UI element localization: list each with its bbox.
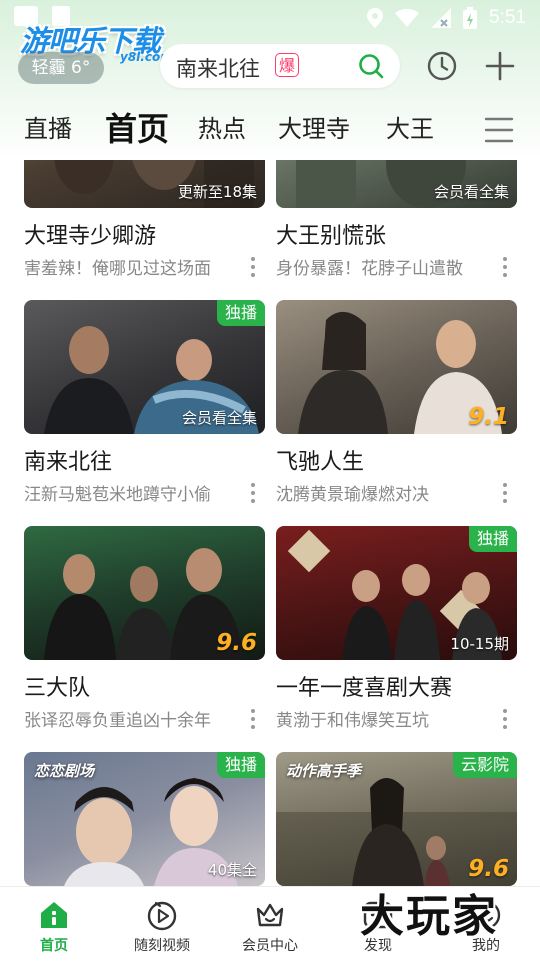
- home-icon: [41, 902, 67, 928]
- tab-hot[interactable]: 热点: [198, 104, 246, 154]
- more-options-icon[interactable]: [501, 482, 509, 504]
- battery-icon: [463, 7, 478, 29]
- drama-brand-label: 恋恋剧场: [34, 762, 95, 780]
- nav-vip[interactable]: 会员中心: [216, 887, 324, 961]
- nav-vip-label: 会员中心: [242, 938, 298, 954]
- episode-tag: 10-15期: [450, 635, 509, 653]
- video-title[interactable]: 大理寺少卿游: [24, 218, 156, 250]
- video-thumbnail[interactable]: 恋恋剧场 独播 40集全: [24, 752, 265, 886]
- play-circle-icon: [147, 901, 177, 931]
- tab-dalisi[interactable]: 大理寺: [278, 104, 350, 154]
- video-subtitle: 黄渤于和伟爆笑互坑: [276, 711, 429, 731]
- video-title[interactable]: 大王别慌张: [276, 218, 386, 250]
- more-options-icon[interactable]: [249, 256, 257, 278]
- search-hot-word[interactable]: 南来北往: [176, 53, 260, 83]
- video-thumbnail[interactable]: 会员看全集: [276, 160, 517, 208]
- vip-tag: 会员看全集: [433, 183, 509, 201]
- rating-score: 9.1: [468, 404, 509, 430]
- episode-tag: 40集全: [207, 861, 257, 879]
- episode-tag: 更新至18集: [177, 183, 257, 201]
- video-subtitle: 害羞辣！俺哪见过这场面: [24, 259, 211, 279]
- tab-dawang[interactable]: 大王: [386, 104, 434, 154]
- cinema-tag: 云影院: [452, 752, 517, 778]
- more-options-icon[interactable]: [501, 708, 509, 730]
- search-icon[interactable]: [358, 53, 384, 79]
- exclusive-tag: 独播: [216, 300, 265, 326]
- video-feed[interactable]: 更新至18集 大理寺少卿游 害羞辣！俺哪见过这场面 会员看全集 大王别慌张 身份…: [0, 160, 540, 886]
- menu-icon[interactable]: [484, 116, 514, 144]
- exclusive-tag: 独播: [216, 752, 265, 778]
- hot-badge: 爆: [275, 53, 299, 77]
- tab-live[interactable]: 直播: [24, 104, 72, 154]
- channel-tabs: 直播 首页 热点 大理寺 大王: [0, 104, 540, 154]
- video-subtitle: 张译忍辱负重追凶十余年: [24, 711, 211, 731]
- video-subtitle: 身份暴露！花脖子山遣散: [276, 259, 463, 279]
- nav-home[interactable]: 首页: [0, 887, 108, 961]
- video-thumbnail[interactable]: 独播 10-15期: [276, 526, 517, 660]
- video-thumbnail[interactable]: 独播 会员看全集: [24, 300, 265, 434]
- video-title[interactable]: 南来北往: [24, 444, 112, 476]
- video-subtitle: 沈腾黄景瑜爆燃对决: [276, 485, 429, 505]
- rating-score: 9.6: [216, 630, 257, 656]
- top-header: 5:51 游吧乐下载 y8l.com 轻霾 6° 南来北往 爆 直播 首页 热点…: [0, 0, 540, 160]
- crown-icon: [256, 903, 284, 927]
- nav-shorts-label: 随刻视频: [134, 938, 190, 954]
- exclusive-tag: 独播: [468, 526, 517, 552]
- video-title[interactable]: 飞驰人生: [276, 444, 364, 476]
- history-icon[interactable]: [426, 50, 458, 82]
- video-thumbnail[interactable]: 更新至18集: [24, 160, 265, 208]
- vip-tag: 会员看全集: [181, 409, 257, 427]
- more-options-icon[interactable]: [249, 708, 257, 730]
- more-options-icon[interactable]: [249, 482, 257, 504]
- nav-shorts[interactable]: 随刻视频: [108, 887, 216, 961]
- clock: 5:51: [489, 7, 526, 28]
- wifi-icon: [395, 9, 420, 27]
- watermark-text: 大玩家: [360, 891, 498, 942]
- tab-home[interactable]: 首页: [105, 104, 169, 154]
- nav-home-label: 首页: [40, 938, 68, 954]
- more-options-icon[interactable]: [501, 256, 509, 278]
- video-title[interactable]: 一年一度喜剧大赛: [276, 670, 452, 702]
- rating-score: 9.6: [468, 856, 509, 882]
- weather-badge[interactable]: 轻霾 6°: [18, 52, 104, 84]
- search-bar[interactable]: 南来北往 爆: [160, 44, 400, 88]
- video-subtitle: 汪新马魁苞米地蹲守小偷: [24, 485, 211, 505]
- video-thumbnail[interactable]: 9.1: [276, 300, 517, 434]
- video-thumbnail[interactable]: 9.6: [24, 526, 265, 660]
- location-icon: [367, 8, 384, 28]
- video-thumbnail[interactable]: 动作高手季 云影院 9.6: [276, 752, 517, 886]
- signal-off-icon: [431, 8, 452, 28]
- add-icon[interactable]: [484, 50, 516, 82]
- video-title[interactable]: 三大队: [24, 670, 90, 702]
- series-brand-label: 动作高手季: [286, 762, 362, 780]
